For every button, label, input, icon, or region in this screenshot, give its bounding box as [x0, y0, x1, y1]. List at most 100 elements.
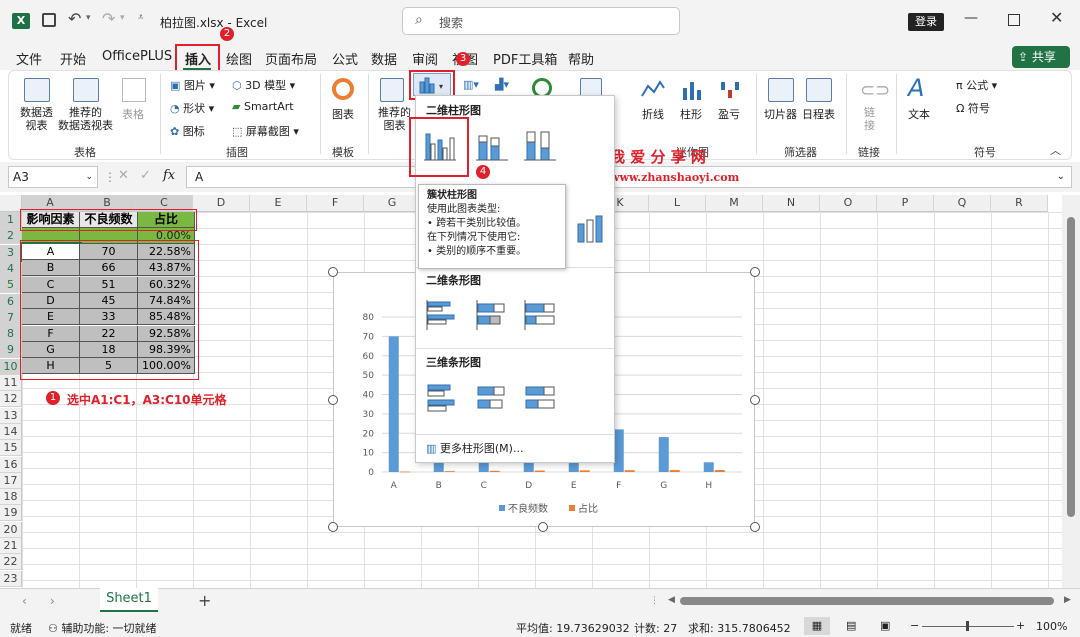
vertical-scroll-thumb[interactable]	[1067, 217, 1075, 517]
page-layout-view-icon[interactable]: ▤	[846, 619, 856, 632]
icons-button[interactable]: ✿ 图标	[170, 123, 205, 139]
zoom-level[interactable]: 100%	[1036, 620, 1067, 633]
bar-1-C[interactable]	[489, 470, 500, 472]
row-header[interactable]: 23	[0, 570, 22, 587]
row-header[interactable]: 19	[0, 505, 22, 522]
symbol-button[interactable]: Ω 符号	[956, 100, 990, 116]
clustered-bar-option[interactable]	[424, 298, 460, 334]
row-header[interactable]: 10	[0, 358, 22, 375]
next-sheet-icon[interactable]: ›	[50, 594, 55, 608]
zoom-out-icon[interactable]: −	[910, 619, 919, 632]
insert-column-chart-button[interactable]: ▾	[413, 73, 451, 96]
undo-dropdown-icon[interactable]: ▾	[86, 13, 91, 23]
tab-pdf-tools[interactable]: PDF工具箱	[493, 49, 557, 68]
row-header[interactable]: 13	[0, 407, 22, 424]
name-box[interactable]: A3 ⌄	[8, 166, 98, 188]
row-header[interactable]: 11	[0, 375, 22, 391]
maximize-icon[interactable]	[1008, 14, 1020, 26]
resize-handle[interactable]	[750, 522, 760, 532]
row-header[interactable]: 20	[0, 521, 22, 538]
sheet-tab-sheet1[interactable]: Sheet1	[100, 588, 158, 612]
normal-view-icon[interactable]: ▦	[804, 617, 830, 635]
row-header[interactable]: 16	[0, 456, 22, 473]
row-header[interactable]: 18	[0, 489, 22, 506]
3d-column-option[interactable]	[574, 214, 610, 246]
column-header[interactable]: N	[763, 195, 820, 212]
bar-1-A[interactable]	[399, 471, 410, 473]
picture-button[interactable]: ▣ 图片 ▾	[170, 77, 215, 93]
column-header[interactable]: Q	[934, 195, 991, 212]
text-button[interactable]: 文本	[908, 106, 930, 122]
expand-formula-icon[interactable]: ⌄	[1057, 167, 1065, 187]
namebox-dropdown-icon[interactable]: ⌄	[85, 167, 93, 187]
row-header[interactable]: 21	[0, 538, 22, 554]
bar-1-E[interactable]	[579, 470, 590, 472]
smartart-button[interactable]: ▰ SmartArt	[232, 100, 294, 113]
accessibility-status[interactable]: ⚇ 辅助功能: 一切就绪	[48, 620, 157, 636]
tab-insert[interactable]: 插入	[185, 49, 211, 68]
3d-100-stacked-bar-option[interactable]	[522, 381, 558, 417]
recommended-charts-button[interactable]: 推荐的 图表	[378, 106, 411, 132]
column-header[interactable]: G	[364, 195, 421, 212]
scroll-left-icon[interactable]: ◀	[668, 595, 675, 605]
row-header[interactable]: 3	[0, 244, 22, 261]
tab-file[interactable]: 文件	[16, 49, 42, 68]
3d-clustered-bar-option[interactable]	[424, 381, 460, 417]
undo-icon[interactable]: ↶	[68, 9, 81, 28]
search-box[interactable]: ⌕ 搜索	[402, 7, 680, 35]
tab-officeplus[interactable]: OfficePLUS	[102, 49, 172, 64]
row-header[interactable]: 6	[0, 293, 22, 310]
column-header[interactable]: O	[820, 195, 877, 212]
row-header[interactable]: 7	[0, 309, 22, 326]
zoom-in-icon[interactable]: +	[1016, 619, 1025, 632]
waterfall-chart-icon[interactable]: ▟▾	[495, 78, 509, 91]
sparkline-line-button[interactable]: 折线	[642, 106, 664, 122]
column-header[interactable]: P	[877, 195, 934, 212]
timeline-button[interactable]: 日程表	[802, 106, 835, 122]
zoom-slider-thumb[interactable]	[966, 621, 969, 631]
insert-function-button[interactable]: fx	[163, 168, 175, 183]
vertical-scrollbar[interactable]	[1062, 195, 1080, 588]
tab-data[interactable]: 数据	[371, 49, 397, 68]
redo-icon[interactable]: ↷	[102, 9, 115, 28]
resize-handle[interactable]	[750, 267, 760, 277]
screenshot-button[interactable]: ⬚ 屏幕截图 ▾	[232, 123, 299, 139]
column-header[interactable]: E	[250, 195, 307, 212]
save-icon[interactable]	[42, 13, 56, 27]
row-header[interactable]: 2	[0, 228, 22, 245]
shape-button[interactable]: ◔ 形状 ▾	[170, 100, 214, 116]
bar-1-D[interactable]	[534, 470, 545, 472]
column-header[interactable]: F	[307, 195, 364, 212]
row-header[interactable]: 4	[0, 260, 22, 277]
bar-0-F[interactable]	[613, 429, 624, 472]
resize-handle[interactable]	[328, 267, 338, 277]
sparkline-column-button[interactable]: 柱形	[680, 106, 702, 122]
row-header[interactable]: 5	[0, 277, 22, 294]
3d-stacked-bar-option[interactable]	[474, 381, 510, 417]
tab-review[interactable]: 审阅	[412, 49, 438, 68]
bar-1-F[interactable]	[624, 470, 635, 472]
link-button[interactable]: 链 接	[864, 106, 875, 132]
100-stacked-column-option[interactable]	[522, 128, 558, 164]
minimize-icon[interactable]: —	[964, 10, 978, 26]
bar-0-A[interactable]	[388, 336, 399, 472]
cancel-entry-icon[interactable]: ✕	[118, 168, 129, 183]
stacked-bar-option[interactable]	[474, 298, 510, 334]
close-icon[interactable]: ✕	[1050, 8, 1063, 27]
row-header[interactable]: 8	[0, 326, 22, 343]
page-break-view-icon[interactable]: ▣	[880, 619, 890, 632]
stacked-column-option[interactable]	[474, 128, 510, 164]
resize-handle[interactable]	[538, 522, 548, 532]
confirm-entry-icon[interactable]: ✓	[140, 168, 151, 183]
row-header[interactable]: 12	[0, 391, 22, 408]
scroll-right-icon[interactable]: ▶	[1064, 595, 1071, 605]
row-header[interactable]: 1	[0, 212, 22, 228]
column-header[interactable]: D	[193, 195, 250, 212]
share-button[interactable]: ⇪ 共享	[1012, 46, 1070, 68]
hierarchy-chart-icon[interactable]: ▥▾	[463, 78, 479, 91]
table-button[interactable]: 表格	[122, 106, 144, 122]
bar-1-H[interactable]	[714, 470, 725, 472]
more-column-charts[interactable]: ▥ 更多柱形图(M)...	[426, 440, 523, 456]
row-header[interactable]: 22	[0, 554, 22, 571]
redo-dropdown-icon[interactable]: ▾	[120, 13, 125, 23]
